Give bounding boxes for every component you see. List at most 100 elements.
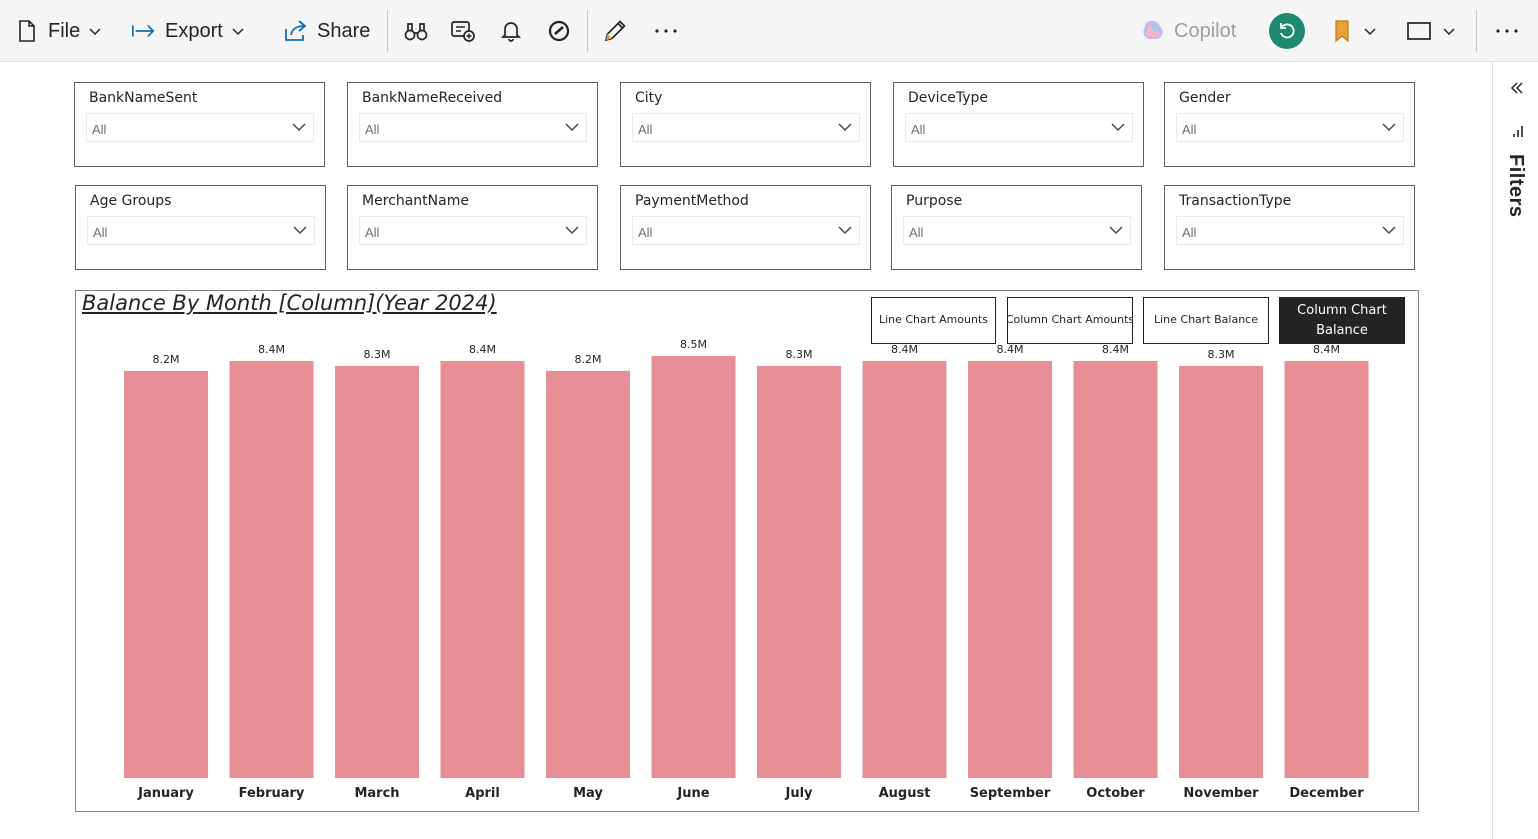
gauge-icon	[546, 18, 572, 44]
slicer-value: All	[911, 122, 926, 137]
subscribe-button[interactable]	[498, 12, 524, 50]
chevron-down-icon	[565, 123, 579, 131]
slicer-dropdown[interactable]: All	[903, 216, 1131, 245]
chevron-down-icon	[1363, 24, 1377, 38]
copilot-label: Copilot	[1174, 19, 1237, 42]
data-label: 8.5M	[680, 338, 707, 351]
slicer-value: All	[638, 122, 653, 137]
export-label: Export	[165, 19, 223, 42]
file-icon	[14, 18, 40, 44]
data-label: 8.2M	[153, 353, 180, 366]
column-chart-balance-button[interactable]: Column Chart Balance	[1279, 297, 1405, 344]
bar-october[interactable]	[1073, 360, 1158, 778]
more-icon	[653, 18, 679, 44]
chevron-down-icon	[1382, 226, 1396, 234]
chevron-down-icon	[1109, 226, 1123, 234]
bar-july[interactable]	[757, 365, 841, 778]
slicer-value: All	[1182, 122, 1197, 137]
chevron-down-icon	[1382, 123, 1396, 131]
bar-august[interactable]	[862, 360, 947, 778]
reset-button[interactable]	[1269, 13, 1305, 49]
x-tick-label: March	[354, 786, 399, 801]
slicer-title: TransactionType	[1179, 193, 1292, 209]
x-tick-label: August	[879, 786, 931, 801]
toolbar: File Export Share Copilot	[0, 0, 1538, 62]
more-icon	[1494, 18, 1520, 44]
slicer-title: Purpose	[906, 193, 963, 209]
edit-button[interactable]	[602, 12, 628, 50]
slicer-value: All	[365, 122, 380, 137]
data-label: 8.4M	[1102, 343, 1129, 356]
slicer-transaction-type: TransactionType All	[1164, 185, 1415, 270]
slicer-title: MerchantName	[362, 193, 469, 209]
chevron-down-icon	[565, 226, 579, 234]
x-tick-label: July	[784, 786, 813, 801]
slicer-dropdown[interactable]: All	[1176, 216, 1404, 245]
chevron-down-icon	[292, 123, 306, 131]
slicer-merchant-name: MerchantName All	[347, 185, 598, 270]
add-comment-icon	[450, 18, 476, 44]
find-button[interactable]	[403, 12, 429, 50]
slicer-dropdown[interactable]: All	[86, 113, 314, 142]
slicer-dropdown[interactable]: All	[359, 216, 587, 245]
x-tick-label: February	[239, 786, 305, 801]
slicer-title: Age Groups	[90, 193, 172, 209]
file-menu[interactable]: File	[14, 12, 102, 50]
bookmark-icon	[1329, 18, 1355, 44]
line-chart-balance-button[interactable]: Line Chart Balance	[1143, 297, 1269, 344]
balance-chart-visual: 8.2M January 8.4M February 8.3M March 8.4M Apri…	[75, 290, 1419, 812]
copilot-button[interactable]: Copilot	[1140, 12, 1236, 50]
bar-may[interactable]	[546, 370, 630, 778]
add-comment-button[interactable]	[450, 12, 476, 50]
data-label: 8.3M	[1208, 348, 1235, 361]
column-chart-amounts-button[interactable]: Column Chart Amounts	[1007, 297, 1133, 344]
bar-april[interactable]	[440, 360, 525, 778]
data-label: 8.3M	[786, 348, 813, 361]
filters-label[interactable]: Filters	[1503, 154, 1527, 224]
chevron-down-icon	[838, 226, 852, 234]
data-label: 8.4M	[891, 343, 918, 356]
chevron-down-icon	[838, 123, 852, 131]
data-label: 8.4M	[469, 343, 496, 356]
filters-pane: Filters	[1492, 62, 1538, 839]
bar-january[interactable]	[124, 370, 208, 778]
more-options-button[interactable]	[1494, 12, 1520, 50]
bar-march[interactable]	[335, 365, 419, 778]
export-menu[interactable]: Export	[131, 12, 245, 50]
x-tick-label: April	[465, 786, 500, 801]
slicer-bank-name-received: BankNameReceived All	[347, 82, 598, 167]
slicer-city: City All	[620, 82, 871, 167]
bar-november[interactable]	[1179, 365, 1263, 778]
slicer-value: All	[365, 225, 380, 240]
file-label: File	[48, 19, 81, 42]
slicer-dropdown[interactable]: All	[87, 216, 315, 245]
bar-june[interactable]	[651, 356, 736, 778]
share-label: Share	[317, 19, 371, 42]
chevron-down-icon	[231, 24, 245, 38]
view-menu[interactable]	[1404, 12, 1456, 50]
chevron-down-icon	[1111, 123, 1125, 131]
performance-button[interactable]	[546, 12, 572, 50]
bar-february[interactable]	[229, 360, 314, 778]
double-chevron-left-icon[interactable]	[1509, 80, 1525, 96]
line-chart-amounts-button[interactable]: Line Chart Amounts	[871, 297, 996, 344]
bar-september[interactable]	[968, 360, 1052, 778]
toolbar-divider	[387, 10, 388, 52]
x-tick-label: September	[970, 786, 1051, 801]
view-icon	[1404, 18, 1434, 44]
slicer-dropdown[interactable]: All	[905, 113, 1133, 142]
slicer-dropdown[interactable]: All	[1176, 113, 1404, 142]
bookmark-menu[interactable]	[1329, 12, 1377, 50]
slicer-value: All	[1182, 225, 1197, 240]
share-button[interactable]: Share	[283, 12, 370, 50]
chevron-down-icon	[1442, 24, 1456, 38]
slicer-device-type: DeviceType All	[893, 82, 1144, 167]
more-options-button[interactable]	[653, 12, 679, 50]
slicer-dropdown[interactable]: All	[632, 113, 860, 142]
slicer-dropdown[interactable]: All	[632, 216, 860, 245]
slicer-title: BankNameSent	[89, 90, 198, 106]
bar-december[interactable]	[1284, 360, 1369, 778]
data-label: 8.4M	[258, 343, 285, 356]
slicer-purpose: Purpose All	[891, 185, 1142, 270]
slicer-dropdown[interactable]: All	[359, 113, 587, 142]
